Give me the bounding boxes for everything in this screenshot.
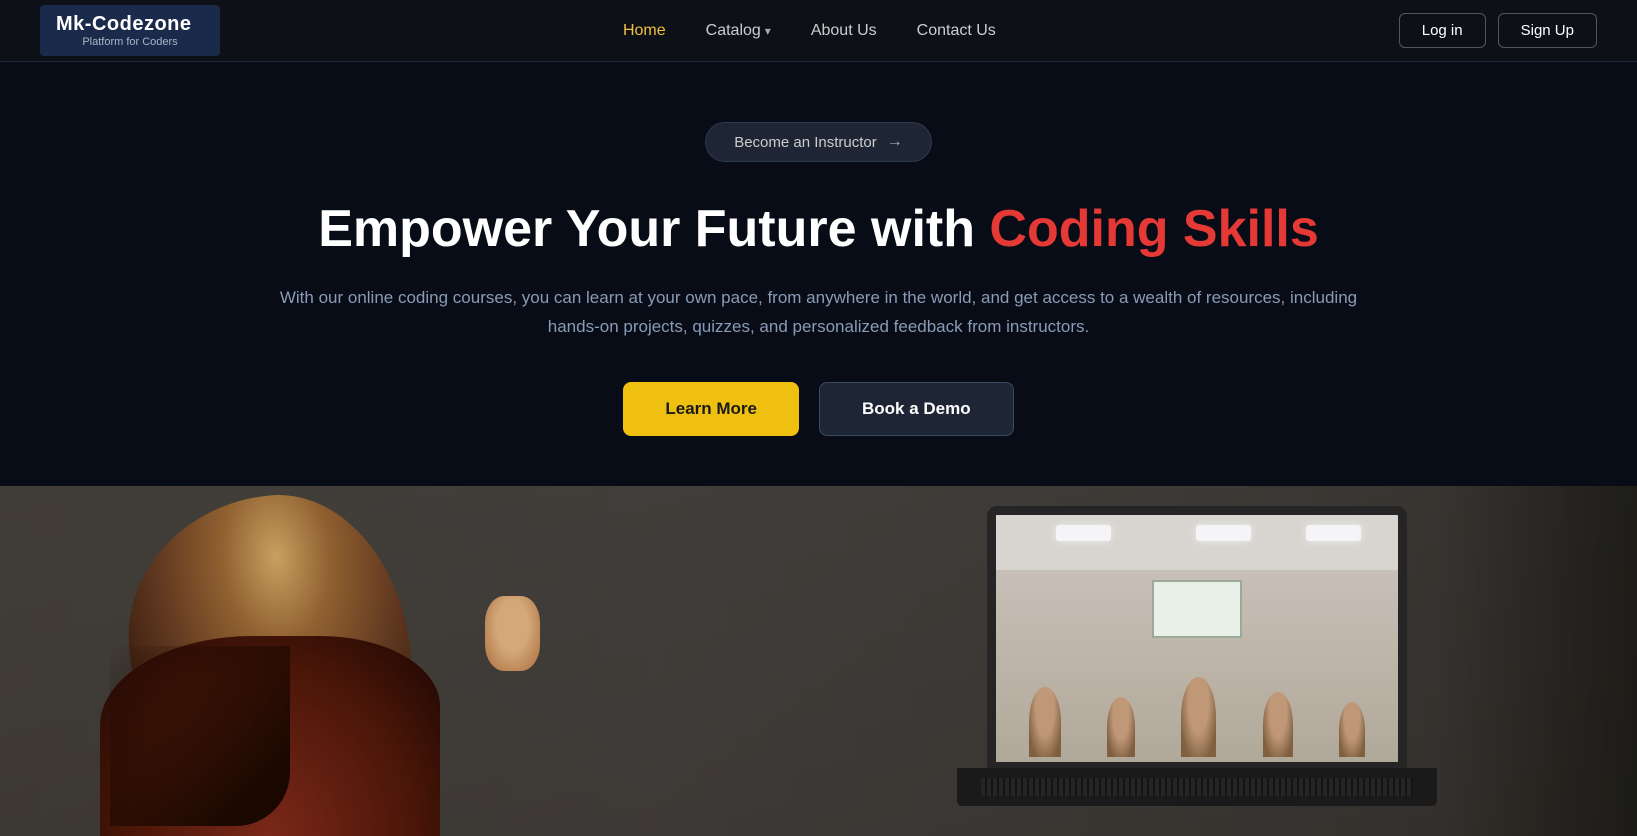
laptop-screen-content — [996, 515, 1398, 762]
arrow-right-icon: → — [887, 133, 903, 151]
laptop-screen-frame — [987, 506, 1407, 771]
woman-figure — [100, 496, 600, 836]
screen-person-2 — [1107, 697, 1135, 757]
nav-item-about[interactable]: About Us — [811, 22, 877, 40]
nav-item-home[interactable]: Home — [623, 22, 666, 40]
hero-section: Become an Instructor → Empower Your Futu… — [0, 62, 1637, 486]
laptop-visual — [957, 506, 1437, 806]
screen-person-4 — [1263, 692, 1293, 757]
hero-title: Empower Your Future with Coding Skills — [40, 198, 1597, 260]
hero-buttons: Learn More Book a Demo — [40, 382, 1597, 436]
nav-actions: Log in Sign Up — [1399, 13, 1597, 48]
screen-audience — [996, 667, 1398, 757]
nav-link-home[interactable]: Home — [623, 22, 666, 39]
right-fade — [1437, 486, 1637, 836]
logo-subtitle: Platform for Coders — [56, 36, 204, 48]
screen-person-3 — [1181, 677, 1216, 757]
woman-hair-strand — [110, 646, 290, 826]
keyboard-detail — [981, 778, 1413, 796]
nav-link-about[interactable]: About Us — [811, 22, 877, 39]
nav-link-contact[interactable]: Contact Us — [917, 22, 996, 39]
nav-item-contact[interactable]: Contact Us — [917, 22, 996, 40]
hero-image — [0, 486, 1637, 836]
screen-light-1 — [1056, 525, 1111, 541]
hero-subtitle: With our online coding courses, you can … — [269, 284, 1369, 342]
instructor-badge-text: Become an Instructor — [734, 134, 877, 151]
logo-title: Mk-Codezone — [56, 13, 204, 36]
nav-link-catalog[interactable]: Catalog ▾ — [706, 22, 771, 40]
navbar: Mk-Codezone Platform for Coders Home Cat… — [0, 0, 1637, 62]
screen-ceiling — [996, 515, 1398, 570]
screen-light-3 — [1306, 525, 1361, 541]
instructor-badge[interactable]: Become an Instructor → — [705, 122, 932, 162]
learn-more-button[interactable]: Learn More — [623, 382, 799, 436]
photo-simulation — [0, 486, 1637, 836]
screen-person-1 — [1029, 687, 1061, 757]
screen-person-5 — [1339, 702, 1365, 757]
laptop-keyboard — [957, 768, 1437, 806]
chevron-down-icon: ▾ — [765, 24, 771, 38]
screen-light-2 — [1196, 525, 1251, 541]
nav-item-catalog[interactable]: Catalog ▾ — [706, 22, 771, 40]
signup-button[interactable]: Sign Up — [1498, 13, 1597, 48]
logo[interactable]: Mk-Codezone Platform for Coders — [40, 5, 220, 56]
hero-title-main: Empower Your Future with — [318, 200, 989, 258]
book-demo-button[interactable]: Book a Demo — [819, 382, 1014, 436]
hero-title-highlight: Coding Skills — [989, 200, 1318, 258]
login-button[interactable]: Log in — [1399, 13, 1486, 48]
nav-links: Home Catalog ▾ About Us Contact Us — [623, 22, 996, 40]
woman-face — [485, 596, 540, 671]
screen-whiteboard — [1152, 580, 1242, 638]
